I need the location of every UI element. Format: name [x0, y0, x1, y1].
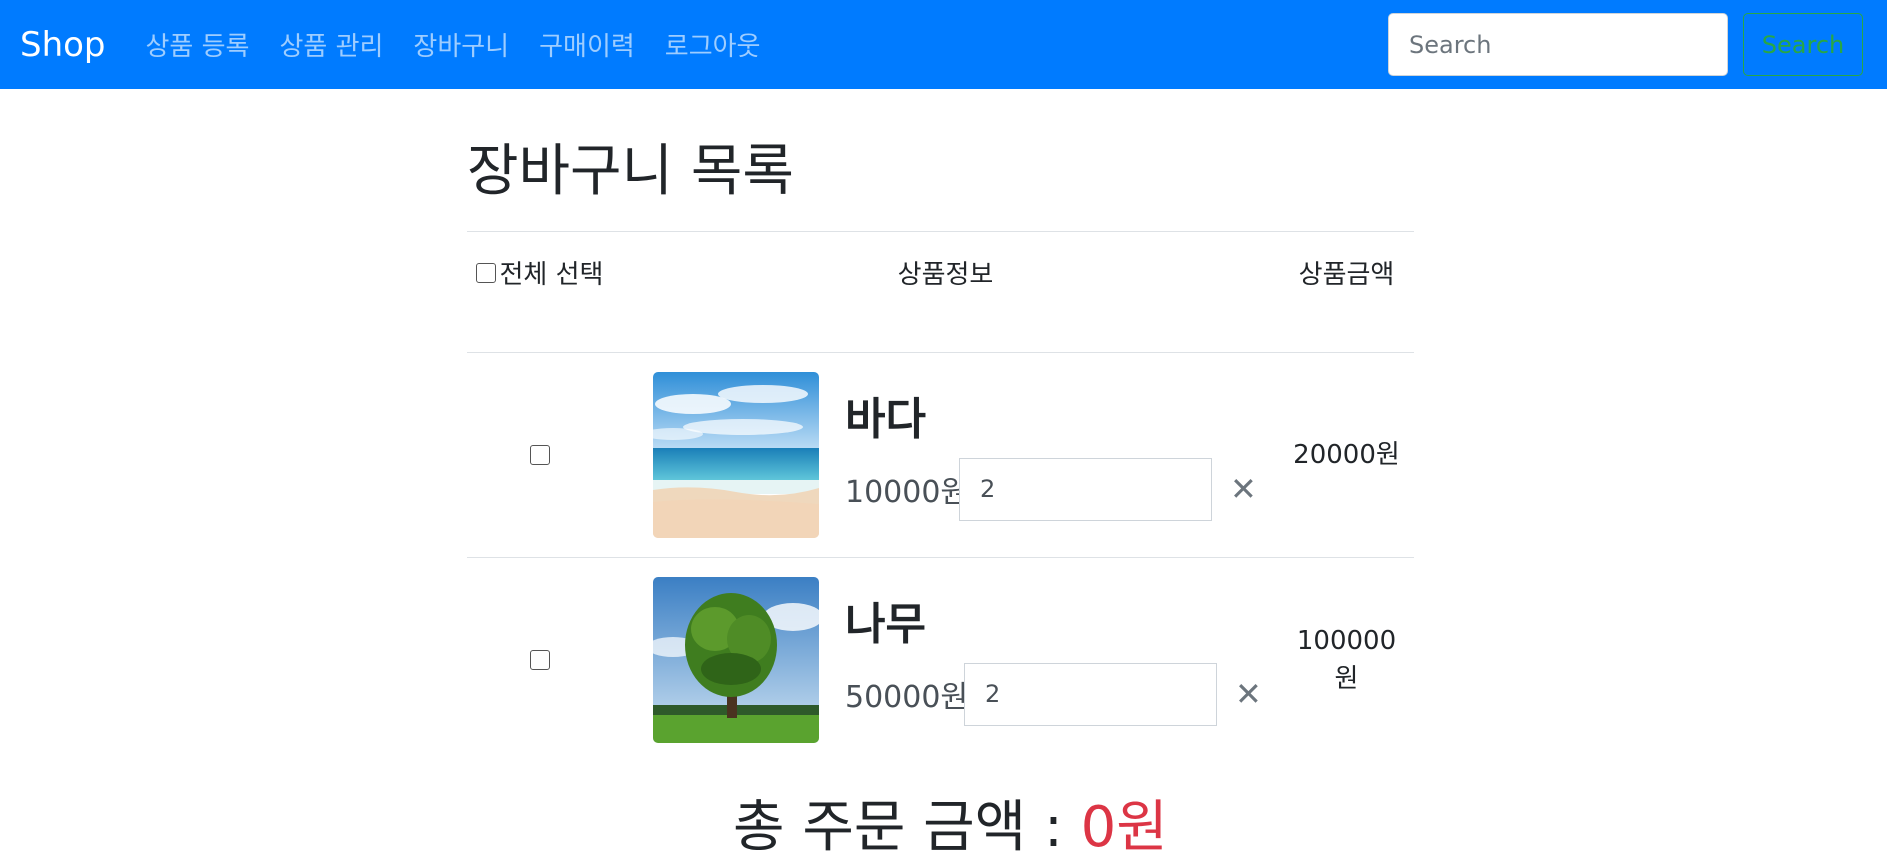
row-check-cell: [467, 445, 612, 465]
product-name: 바다: [845, 393, 926, 445]
search-input[interactable]: [1388, 13, 1728, 76]
product-image-tree[interactable]: [653, 577, 819, 743]
table-row: 바다 10000원 ✕ 20000원: [467, 352, 1414, 557]
order-total-label: 총 주문 금액 :: [733, 795, 1081, 860]
product-info-cell: 바다 10000원 ✕: [612, 372, 1279, 538]
item-checkbox[interactable]: [529, 650, 550, 670]
line-total: 20000원: [1293, 440, 1400, 470]
product-info-header: 상품정보: [897, 260, 994, 290]
select-all-cell: 전체 선택: [467, 256, 612, 294]
amount-header: 상품금액: [1298, 260, 1395, 290]
quantity-input[interactable]: [959, 457, 1212, 521]
select-all-checkbox[interactable]: [475, 262, 496, 283]
search-area: Search: [1388, 13, 1863, 76]
select-all-label: 전체 선택: [499, 260, 604, 290]
tree-image: [653, 577, 819, 743]
price-line: 10000원 ✕: [845, 457, 1265, 521]
nav-link-logout[interactable]: 로그아웃: [665, 26, 761, 63]
price-line: 50000원 ✕: [845, 662, 1265, 726]
quantity-input[interactable]: [964, 662, 1217, 726]
line-total: 100000원: [1296, 626, 1397, 694]
sea-beach-image: [653, 372, 819, 538]
order-total-value: 0원: [1080, 795, 1168, 860]
order-total: 총 주문 금액 : 0원: [733, 782, 1168, 863]
close-icon[interactable]: ✕: [1230, 473, 1257, 505]
nav-links: 상품 등록 상품 관리 장바구니 구매이력 로그아웃: [146, 26, 761, 63]
table-row: 나무 50000원 ✕ 100000원: [467, 557, 1414, 762]
product-name: 나무: [845, 598, 926, 650]
product-info-cell: 나무 50000원 ✕: [612, 577, 1279, 743]
page-title: 장바구니 목록: [467, 139, 794, 204]
unit-price: 50000원: [845, 680, 969, 715]
product-image-sea[interactable]: [653, 372, 819, 538]
close-icon[interactable]: ✕: [1235, 678, 1262, 710]
nav-link-cart[interactable]: 장바구니: [413, 26, 509, 63]
nav-link-product-manage[interactable]: 상품 관리: [279, 26, 383, 63]
top-navbar: Shop 상품 등록 상품 관리 장바구니 구매이력 로그아웃 Search: [0, 0, 1887, 89]
search-button[interactable]: Search: [1743, 13, 1863, 76]
row-check-cell: [467, 650, 612, 670]
brand-logo-link[interactable]: Shop: [20, 25, 106, 65]
table-header-row: 전체 선택 상품정보 상품금액: [467, 231, 1414, 352]
product-detail: 바다 10000원 ✕: [845, 390, 1265, 521]
nav-link-purchase-history[interactable]: 구매이력: [539, 26, 635, 63]
cart-table: 전체 선택 상품정보 상품금액 바다 10000원 2 ✕ 20000원 나무 …: [467, 231, 1414, 762]
unit-price: 10000원: [845, 475, 969, 510]
product-detail: 나무 50000원 ✕: [845, 595, 1265, 726]
nav-link-product-register[interactable]: 상품 등록: [146, 26, 250, 63]
item-checkbox[interactable]: [529, 445, 550, 465]
